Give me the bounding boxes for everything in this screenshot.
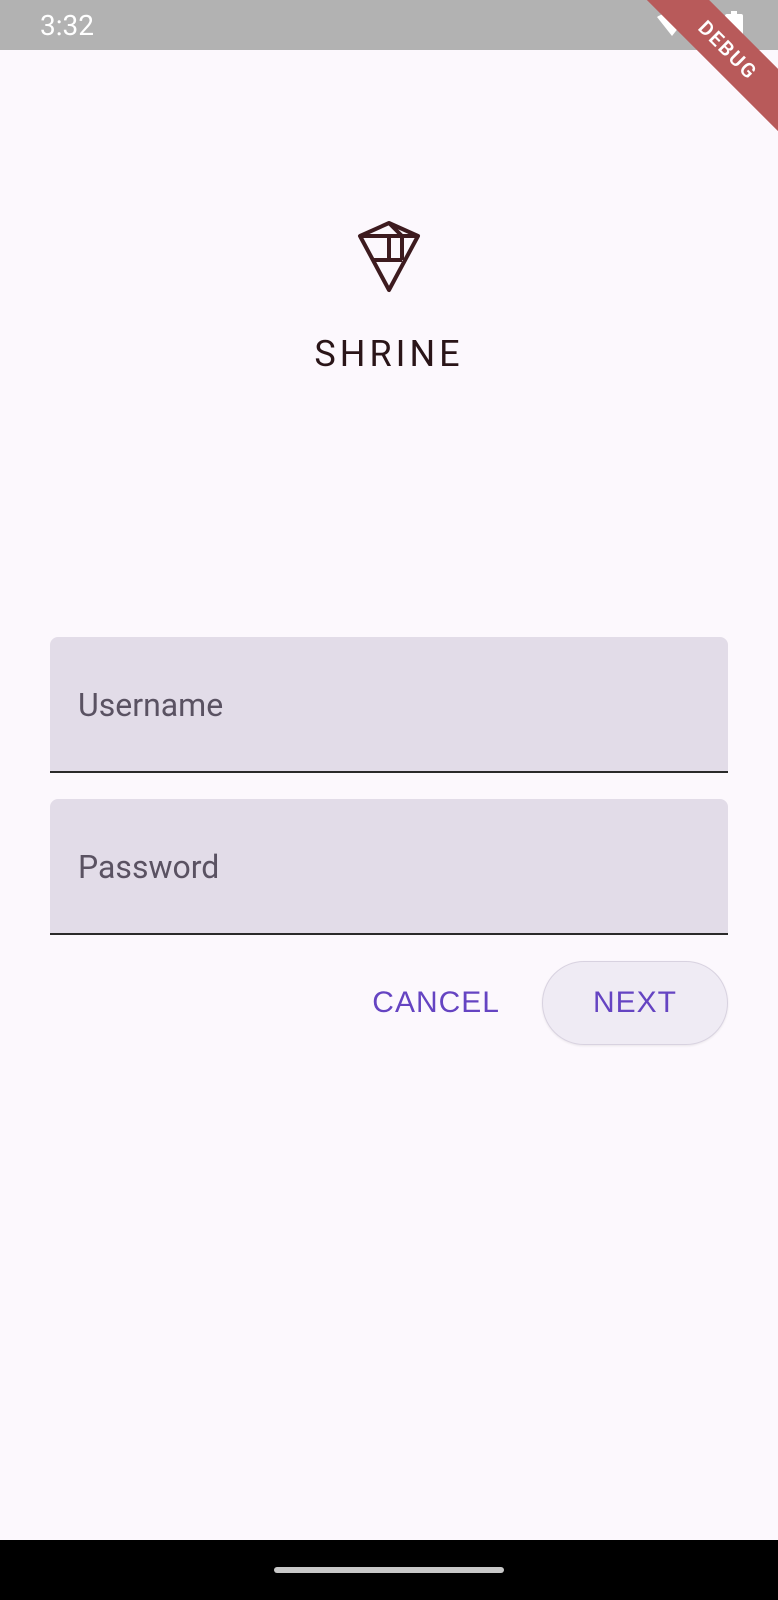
button-row: CANCEL NEXT <box>50 961 728 1045</box>
navigation-bar <box>0 1540 778 1600</box>
status-time: 3:32 <box>40 9 94 42</box>
username-field-wrapper: Username <box>50 637 728 773</box>
username-input[interactable] <box>50 637 728 773</box>
password-field-wrapper: Password <box>50 799 728 935</box>
logo-section: SHRINE <box>50 220 728 375</box>
next-button[interactable]: NEXT <box>542 961 728 1045</box>
app-title: SHRINE <box>314 333 463 375</box>
login-form: Username Password CANCEL NEXT <box>50 637 728 1045</box>
password-input[interactable] <box>50 799 728 935</box>
main-content: SHRINE Username Password CANCEL NEXT <box>0 220 778 1045</box>
nav-handle[interactable] <box>274 1567 504 1573</box>
cancel-button[interactable]: CANCEL <box>348 968 524 1038</box>
diamond-icon <box>354 220 424 295</box>
